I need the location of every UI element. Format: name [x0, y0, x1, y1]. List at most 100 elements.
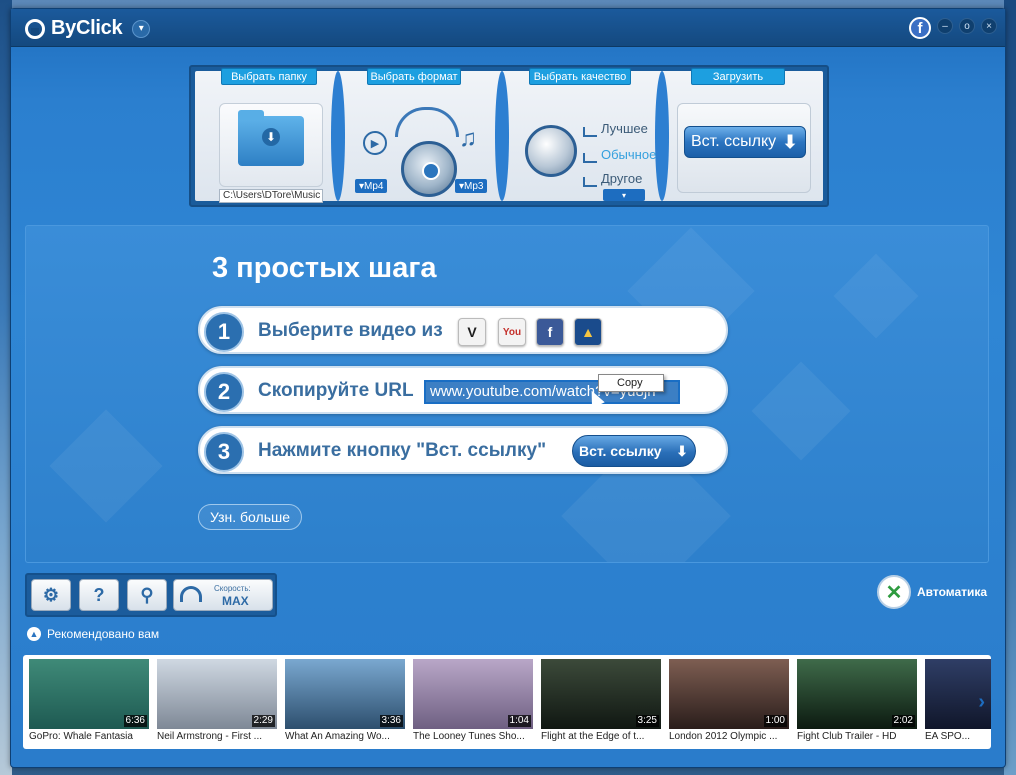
format-arc — [395, 107, 459, 137]
facebook-site-icon[interactable]: f — [536, 318, 564, 346]
select-format-label[interactable]: Выбрать формат — [367, 68, 461, 85]
thumbnail-image[interactable]: 1:04 — [413, 659, 533, 729]
video-thumbnail[interactable]: 2:29 Neil Armstrong - First ... — [157, 659, 277, 745]
video-title[interactable]: The Looney Tunes Sho... — [413, 731, 533, 742]
thumbnail-image[interactable]: 1:00 — [669, 659, 789, 729]
video-duration: 1:00 — [763, 715, 787, 727]
select-folder-label[interactable]: Выбрать папку — [221, 68, 317, 85]
select-quality-label[interactable]: Выбрать качество — [529, 68, 631, 85]
step-3: 3 Нажмите кнопку "Вст. ссылку" Вст. ссыл… — [198, 426, 728, 474]
folder-icon: ⬇ — [238, 110, 304, 166]
maximize-button[interactable]: o — [959, 18, 975, 34]
context-menu-copy[interactable]: Copy — [598, 374, 664, 392]
vimeo-icon[interactable]: V — [458, 318, 486, 346]
settings-gear-icon[interactable]: ⚙ — [31, 579, 71, 611]
step-number: 2 — [204, 372, 244, 412]
video-title[interactable]: What An Amazing Wo... — [285, 731, 405, 742]
thumbnail-image[interactable]: 2:29 — [157, 659, 277, 729]
video-thumbnail[interactable]: 3:36 What An Amazing Wo... — [285, 659, 405, 745]
instructions-area: 3 простых шага 1 Выберите видео из V You… — [25, 225, 989, 563]
step-number: 3 — [204, 432, 244, 472]
logo-icon — [25, 18, 45, 39]
step-2: 2 Скопируйте URL www.youtube.com/watch?v… — [198, 366, 728, 414]
thumbnail-image[interactable]: 3:36 — [285, 659, 405, 729]
video-thumbnail[interactable]: 6:36 GoPro: Whale Fantasia — [29, 659, 149, 745]
collapse-arrow-icon[interactable]: ▲ — [27, 627, 41, 641]
background-tile — [833, 253, 919, 339]
quality-option-best[interactable]: Лучшее — [601, 121, 648, 136]
music-note-icon[interactable]: ♫ — [459, 125, 477, 153]
video-duration: 2:29 — [251, 715, 275, 727]
quality-option-other[interactable]: Другое — [601, 171, 642, 186]
paste-link-label: Вст. ссылку — [579, 443, 662, 459]
quality-tick — [583, 177, 597, 187]
paste-link-example-button[interactable]: Вст. ссылку ⬇ — [572, 435, 696, 467]
help-icon[interactable]: ? — [79, 579, 119, 611]
download-arrow-icon: ⬇ — [782, 131, 798, 152]
close-button[interactable]: × — [981, 18, 997, 34]
video-duration: 3:25 — [635, 715, 659, 727]
folder-path-field[interactable]: C:\Users\DTore\Music — [219, 189, 323, 203]
app-title: ByClick — [51, 17, 123, 39]
video-title[interactable]: Neil Armstrong - First ... — [157, 731, 277, 742]
video-title[interactable]: London 2012 Olympic ... — [669, 731, 789, 742]
app-window: ByClick ▾ f – o × Выбрать папку ⬇ C:\Use… — [10, 8, 1006, 768]
video-play-icon[interactable]: ▶ — [363, 131, 387, 155]
video-duration: 3:36 — [379, 715, 403, 727]
video-thumbnail[interactable]: 1:00 London 2012 Olympic ... — [669, 659, 789, 745]
recommended-videos: 6:36 GoPro: Whale Fantasia 2:29 Neil Armstr… — [23, 655, 991, 749]
quality-selector[interactable]: Лучшее Обычное Другое ▾ — [517, 93, 657, 203]
video-thumbnail[interactable]: 1:04 The Looney Tunes Sho... — [413, 659, 533, 745]
download-arrow-icon: ⬇ — [676, 442, 688, 459]
speed-label: Скорость: — [214, 584, 251, 593]
speedometer-icon — [180, 586, 202, 602]
video-thumbnail[interactable]: 3:25 Flight at the Edge of t... — [541, 659, 661, 745]
quality-knob[interactable] — [525, 125, 577, 177]
settings-panel: Выбрать папку ⬇ C:\Users\DTore\Music Выб… — [189, 65, 829, 207]
thumbnail-image[interactable]: 6:36 — [29, 659, 149, 729]
paste-link-label: Вст. ссылку — [691, 133, 777, 150]
download-arrow-icon: ⬇ — [262, 128, 280, 146]
next-arrow-icon[interactable]: › — [978, 691, 985, 714]
quality-tick — [583, 127, 597, 137]
auto-mode-icon: ✕ — [877, 575, 911, 609]
facebook-icon[interactable]: f — [909, 17, 931, 39]
auto-mode-label: Автоматика — [917, 585, 988, 599]
thumbnail-image[interactable]: 2:02 — [797, 659, 917, 729]
speed-button[interactable]: Скорость: MAX — [173, 579, 273, 611]
learn-more-button[interactable]: Узн. больше — [198, 504, 302, 530]
steps-title: 3 простых шага — [212, 252, 437, 284]
app-menu-dropdown-icon[interactable]: ▾ — [132, 19, 151, 38]
dailymotion-icon[interactable]: ▲ — [574, 318, 602, 346]
video-duration: 1:04 — [507, 715, 531, 727]
paste-link-button[interactable]: Вст. ссылку ⬇ — [684, 126, 806, 158]
audio-format-dropdown[interactable]: ▾Mp3 — [455, 179, 488, 193]
search-icon[interactable]: ⚲ — [127, 579, 167, 611]
video-thumbnail[interactable]: 2:02 Fight Club Trailer - HD — [797, 659, 917, 745]
step-text: Выберите видео из — [258, 320, 443, 341]
step-text: Скопируйте URL — [258, 380, 414, 401]
minimize-button[interactable]: – — [937, 18, 953, 34]
video-duration: 6:36 — [123, 715, 147, 727]
thumbnail-image[interactable]: 3:25 — [541, 659, 661, 729]
recommended-title: Рекомендовано вам — [47, 627, 160, 641]
video-title[interactable]: Flight at the Edge of t... — [541, 731, 661, 742]
video-format-dropdown[interactable]: ▾Mp4 — [355, 179, 388, 193]
format-selector[interactable]: ▶ ♫ ▾Mp4 ▾Mp3 — [355, 93, 495, 203]
panel-separator — [331, 71, 345, 201]
quality-tick — [583, 153, 597, 163]
auto-mode-toggle[interactable]: ✕ Автоматика — [877, 575, 987, 609]
video-title[interactable]: GoPro: Whale Fantasia — [29, 731, 149, 742]
video-title[interactable]: EA SPO... — [925, 731, 991, 742]
bottom-toolbar: ⚙ ? ⚲ Скорость: MAX — [25, 573, 277, 617]
folder-button[interactable]: ⬇ — [219, 103, 323, 187]
youtube-icon[interactable]: You — [498, 318, 526, 346]
format-dial[interactable] — [401, 141, 457, 197]
recommended-header[interactable]: ▲ Рекомендовано вам — [27, 627, 159, 641]
background-tile — [49, 409, 163, 523]
video-title[interactable]: Fight Club Trailer - HD — [797, 731, 917, 742]
step-number: 1 — [204, 312, 244, 352]
quality-option-normal[interactable]: Обычное — [601, 147, 656, 162]
title-bar[interactable]: ByClick ▾ f – o × — [11, 9, 1005, 47]
quality-dropdown[interactable]: ▾ — [603, 189, 645, 201]
